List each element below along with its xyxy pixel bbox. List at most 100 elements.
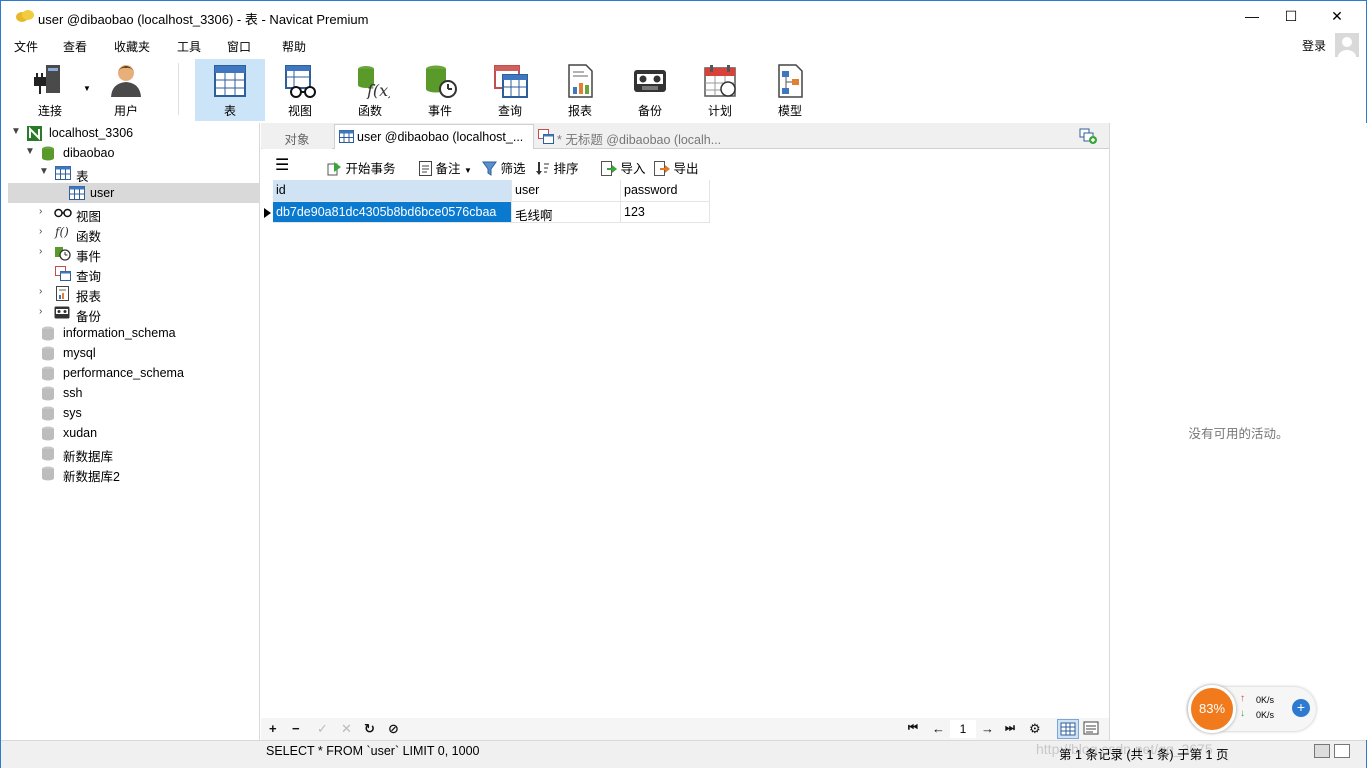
tree-connection[interactable]: ▼ localhost_3306	[8, 123, 259, 143]
toolbar-query-button[interactable]: 查询	[475, 59, 545, 121]
current-row-indicator-icon	[264, 208, 271, 218]
close-button[interactable]: ✕	[1314, 1, 1360, 32]
filter-button[interactable]: 筛选	[482, 158, 526, 177]
form-view-button[interactable]	[1081, 719, 1103, 739]
new-tab-button[interactable]	[1077, 127, 1099, 145]
tree-table-user[interactable]: user	[8, 183, 259, 203]
tree-database-dibaobao[interactable]: ▼ dibaobao	[8, 143, 259, 163]
tab-untitled-query[interactable]: * 无标题 @dibaobao (localh...	[535, 124, 735, 149]
tree-events-group[interactable]: › 事件	[8, 243, 259, 264]
user-icon	[111, 65, 141, 97]
menu-view[interactable]: 查看	[63, 38, 87, 55]
tree-database-sys[interactable]: sys	[8, 403, 259, 423]
column-header-id[interactable]: id	[273, 180, 512, 202]
tab-user-table[interactable]: user @dibaobao (localhost_...	[334, 124, 534, 149]
menu-favorites[interactable]: 收藏夹	[114, 38, 150, 55]
toolbar-event-label: 事件	[427, 104, 452, 118]
function-icon: f(x)	[358, 66, 390, 99]
view-icon	[285, 65, 316, 98]
toolbar-backup-button[interactable]: 备份	[615, 59, 685, 121]
add-record-button[interactable]: +	[269, 721, 277, 736]
toolbar-model-button[interactable]: 模型	[755, 59, 825, 121]
sort-button[interactable]: 排序	[535, 158, 579, 177]
next-page-button[interactable]: →	[981, 721, 994, 736]
comment-button[interactable]: 备注 ▼	[419, 158, 472, 177]
expand-arrow-icon[interactable]: ›	[39, 246, 42, 257]
begin-transaction-button[interactable]: 开始事务	[327, 158, 396, 177]
toolbar-report-button[interactable]: 报表	[545, 59, 615, 121]
toolbar-table-button[interactable]: 表	[195, 59, 265, 121]
expand-arrow-icon[interactable]: ›	[39, 206, 42, 217]
tree-database-mysql[interactable]: mysql	[8, 343, 259, 363]
single-view-icon[interactable]	[1334, 744, 1350, 758]
collapse-arrow-icon[interactable]: ▼	[25, 146, 35, 157]
toolbar-table-label: 表	[223, 104, 236, 118]
discard-changes-button[interactable]: ✕	[341, 721, 352, 737]
tree-database-ssh[interactable]: ssh	[8, 383, 259, 403]
tree-reports-group[interactable]: › 报表	[8, 283, 259, 304]
import-button[interactable]: 导入	[601, 158, 646, 177]
network-speed-widget[interactable]: 83% ↑ ↓ 0K/s 0K/s +	[1188, 685, 1316, 733]
form-view-icon	[1083, 721, 1099, 735]
maximize-button[interactable]: ☐	[1268, 1, 1314, 32]
toolbar-model-label: 模型	[777, 104, 802, 118]
toolbar-connection-button[interactable]: ▼ 连接	[15, 59, 91, 121]
table-icon	[69, 186, 85, 200]
toolbar-user-button[interactable]: 用户	[91, 59, 161, 121]
login-link[interactable]: 登录	[1302, 37, 1326, 54]
tree-backups-group[interactable]: › 备份	[8, 303, 259, 324]
tree-database-performance-schema[interactable]: performance_schema	[8, 363, 259, 383]
database-icon	[42, 326, 54, 341]
last-page-button[interactable]: ⏭	[1005, 722, 1015, 735]
tree-database-xudan[interactable]: xudan	[8, 423, 259, 443]
export-button[interactable]: 导出	[654, 158, 699, 177]
tree-table-user-label: user	[90, 186, 115, 200]
menu-window[interactable]: 窗口	[227, 38, 251, 55]
tree-database-information-schema[interactable]: information_schema	[8, 323, 259, 343]
tree-functions-group[interactable]: › f() 函数	[8, 223, 259, 244]
previous-page-button[interactable]: ←	[932, 721, 945, 736]
menu-help[interactable]: 帮助	[282, 38, 306, 55]
tree-database-new[interactable]: 新数据库	[8, 443, 259, 464]
collapse-arrow-icon[interactable]: ▼	[11, 126, 21, 137]
table-cell-user[interactable]: 毛线啊	[512, 202, 621, 223]
expand-arrow-icon[interactable]: ›	[39, 306, 42, 317]
stop-button[interactable]: ⊘	[388, 721, 399, 737]
activity-panel: 没有可用的活动。	[1109, 123, 1367, 740]
expand-arrow-icon[interactable]: ›	[39, 226, 42, 237]
avatar-icon[interactable]	[1335, 33, 1359, 57]
refresh-button[interactable]: ↻	[364, 721, 375, 737]
collapse-arrow-icon[interactable]: ▼	[39, 166, 49, 177]
table-cell-password[interactable]: 123	[621, 202, 710, 223]
toolbar-schedule-button[interactable]: 计划	[685, 59, 755, 121]
toolbar-function-button[interactable]: f(x) 函数	[335, 59, 405, 121]
plus-icon[interactable]: +	[1292, 699, 1310, 717]
tab-user-table-label: user @dibaobao (localhost_...	[357, 130, 524, 144]
split-view-icon[interactable]	[1314, 744, 1330, 758]
delete-record-button[interactable]: −	[292, 721, 300, 736]
table-icon	[339, 130, 354, 143]
tree-views-group[interactable]: › 视图	[8, 203, 259, 224]
expand-arrow-icon[interactable]: ›	[39, 286, 42, 297]
column-header-password[interactable]: password	[621, 180, 710, 202]
tree-queries-group[interactable]: 查询	[8, 263, 259, 284]
tab-objects[interactable]: 对象	[262, 124, 332, 149]
first-page-button[interactable]: ⏮	[908, 722, 918, 735]
database-icon	[42, 426, 54, 441]
toolbar-view-button[interactable]: 视图	[265, 59, 335, 121]
hamburger-menu-icon[interactable]: ☰	[275, 155, 289, 175]
tree-database-new2[interactable]: 新数据库2	[8, 463, 259, 484]
table-cell-id[interactable]: db7de90a81dc4305b8bd6bce0576cbaa	[273, 202, 512, 223]
grid-view-button[interactable]	[1057, 719, 1079, 739]
column-header-user[interactable]: user	[512, 180, 621, 202]
model-icon	[778, 64, 803, 98]
apply-changes-button[interactable]: ✓	[317, 721, 328, 737]
tree-tables-group[interactable]: ▼ 表	[8, 163, 259, 184]
page-number-input[interactable]: 1	[950, 720, 976, 738]
settings-gear-icon[interactable]: ⚙	[1029, 721, 1041, 737]
menu-file[interactable]: 文件	[14, 38, 38, 55]
toolbar-event-button[interactable]: 事件	[405, 59, 475, 121]
add-tab-icon	[1079, 128, 1097, 144]
menu-tools[interactable]: 工具	[177, 38, 201, 55]
toolbar-report-label: 报表	[567, 104, 592, 118]
